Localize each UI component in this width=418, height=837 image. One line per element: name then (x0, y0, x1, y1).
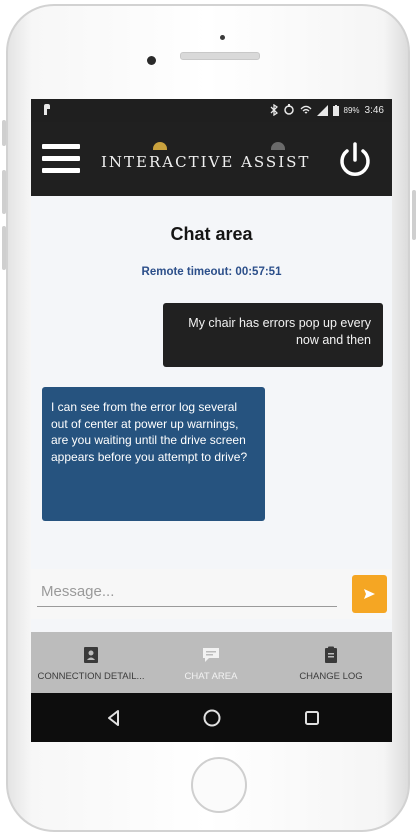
page-title: Chat area (170, 224, 253, 244)
tab-label: CHANGE LOG (299, 671, 363, 682)
tab-label: CONNECTION DETAIL... (37, 671, 145, 682)
chat-content: Chat area Remote timeout: 00:57:51 My ch… (31, 196, 392, 630)
app-bar: INTERACTIVE ASSIST (31, 122, 392, 196)
volume-up-button (2, 170, 6, 214)
sync-icon (283, 104, 294, 115)
screen: 89% 3:46 INTERACTIVE ASSIST Chat area Re… (31, 99, 392, 742)
clipboard-icon (325, 646, 337, 663)
message-input[interactable] (37, 577, 337, 607)
brand-mark-gold (153, 142, 167, 150)
system-nav-bar (31, 693, 392, 742)
tab-label: CHAT AREA (184, 671, 238, 682)
sent-message-bubble: My chair has errors pop up every now and… (163, 303, 383, 367)
proximity-sensor (220, 35, 225, 40)
brand-mark-gray (271, 142, 285, 150)
battery-icon (332, 104, 339, 116)
home-circle-icon[interactable] (201, 707, 223, 729)
bluetooth-icon (270, 104, 278, 116)
bottom-tab-bar: CONNECTION DETAIL... CHAT AREA CHANGE LO… (31, 632, 392, 693)
send-button[interactable] (352, 575, 387, 613)
remote-timeout: Remote timeout: 00:57:51 (141, 266, 282, 278)
signal-icon (316, 104, 328, 116)
home-button[interactable] (191, 757, 247, 813)
status-bar: 89% 3:46 (31, 99, 392, 122)
message-composer (31, 569, 392, 619)
send-arrow-icon (364, 589, 375, 599)
recents-icon[interactable] (301, 707, 323, 729)
wifi-icon (300, 105, 311, 113)
id-badge-icon (84, 647, 98, 663)
front-camera (147, 56, 156, 65)
back-icon[interactable] (103, 707, 125, 729)
chat-bubble-icon (203, 648, 219, 662)
power-icon[interactable] (335, 140, 375, 180)
brand-logo: INTERACTIVE ASSIST (101, 142, 311, 171)
tab-connection-details[interactable]: CONNECTION DETAIL... (31, 632, 151, 693)
status-time: 3:46 (364, 104, 384, 116)
volume-down-button (2, 226, 6, 270)
notification-icon (41, 103, 53, 119)
received-message-bubble: I can see from the error log several out… (42, 387, 265, 521)
tab-chat-area[interactable]: CHAT AREA (151, 632, 271, 693)
mute-switch (2, 120, 6, 146)
battery-percent: 89% (343, 105, 360, 115)
brand-text: INTERACTIVE ASSIST (101, 153, 311, 171)
earpiece-speaker (180, 52, 260, 60)
side-power-button (412, 190, 416, 240)
tab-change-log[interactable]: CHANGE LOG (271, 632, 391, 693)
hamburger-menu-icon[interactable] (42, 144, 80, 174)
